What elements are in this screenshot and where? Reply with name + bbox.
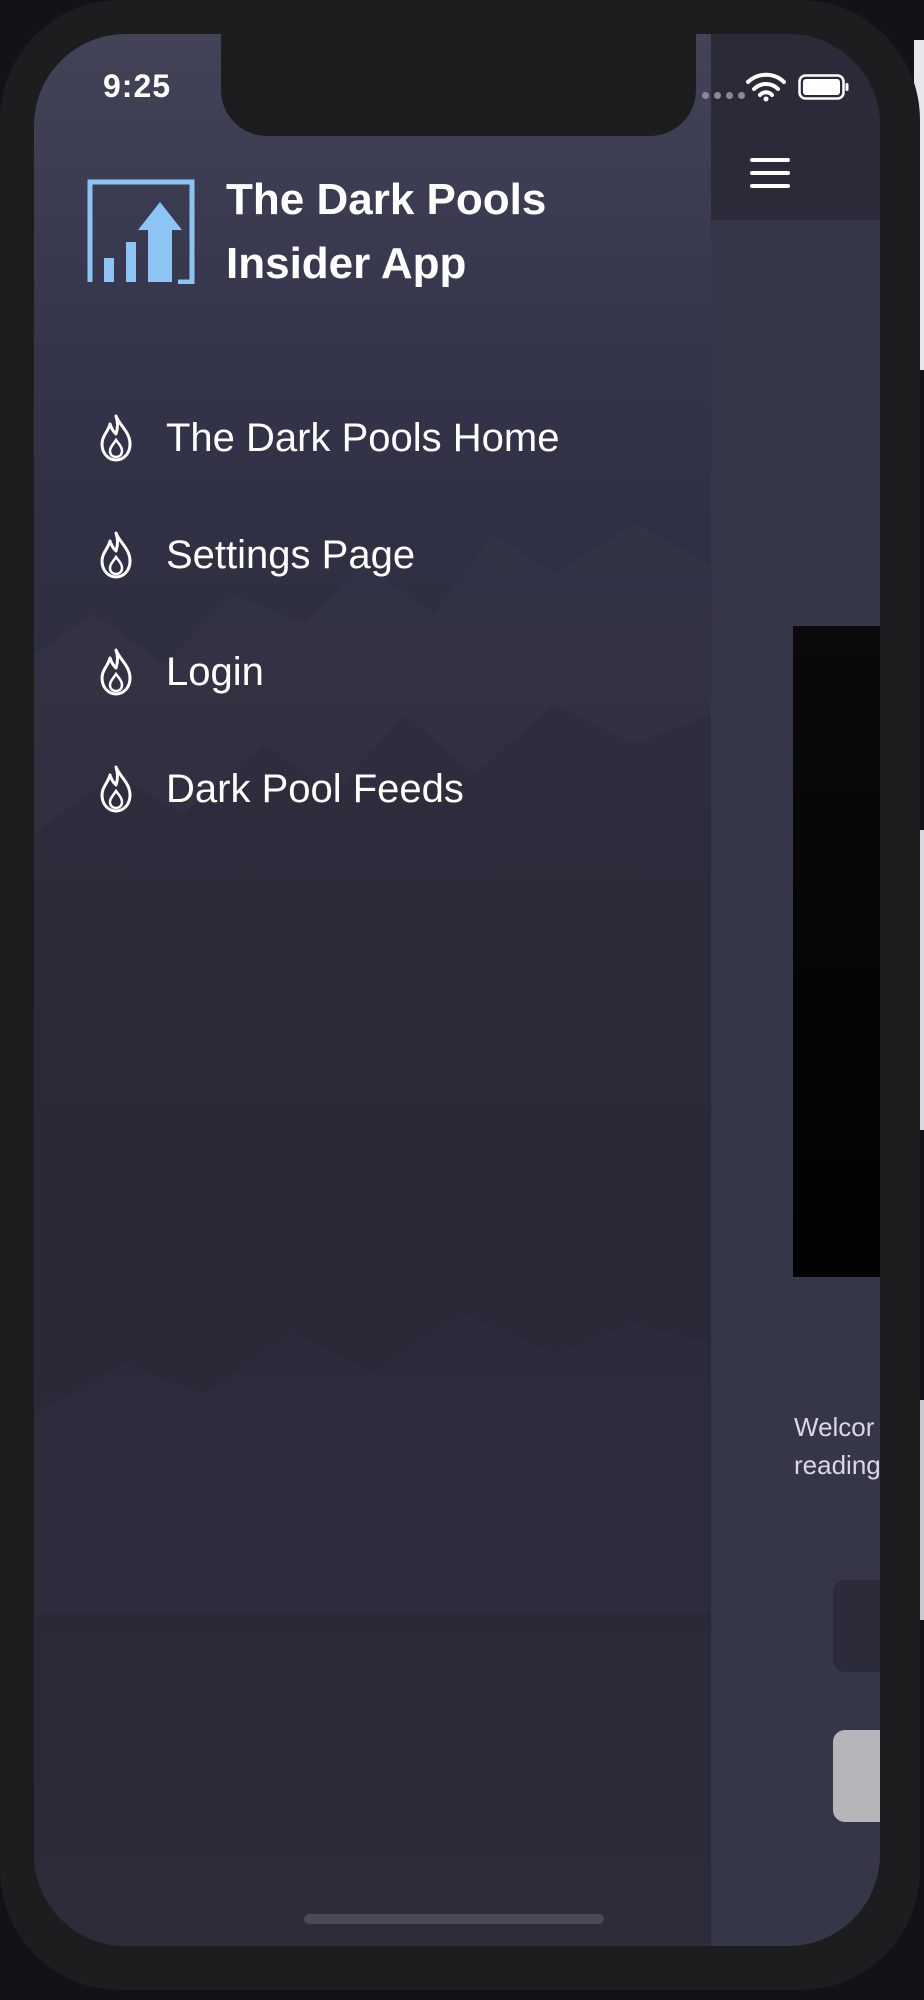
welcome-text: Welcor reading [794,1408,880,1484]
app-action-button[interactable] [833,1730,880,1822]
menu-item-label: Settings Page [166,532,416,577]
side-drawer: The Dark Pools Insider App The Dark Pool… [34,34,711,1946]
flame-icon [100,414,132,462]
app-title-line-1: The Dark Pools [226,175,547,224]
welcome-line-2: reading [794,1450,880,1480]
battery-icon [798,74,849,100]
status-bar: 9:25 [34,34,880,136]
phone-frame: Welcor reading The Dark Pools Insider Ap… [0,0,920,1990]
phone-screen: Welcor reading The Dark Pools Insider Ap… [34,34,880,1946]
flame-icon [100,765,132,813]
menu-item-label: Login [166,649,264,694]
app-input-field[interactable] [833,1580,880,1672]
menu-item-dark-pool-feeds[interactable]: Dark Pool Feeds [94,749,694,829]
welcome-line-1: Welcor [794,1412,875,1442]
menu-item-label: Dark Pool Feeds [166,766,464,811]
screen-notch [221,34,696,136]
app-title: The Dark Pools Insider App [226,168,586,296]
hamburger-menu-icon[interactable] [750,158,790,188]
wifi-icon [746,72,786,102]
signal-dots-icon [702,92,745,99]
status-time: 9:25 [103,68,172,104]
menu-item-settings-page[interactable]: Settings Page [94,515,694,595]
rising-bar-chart-logo [86,178,196,285]
flame-icon [100,648,132,696]
menu-item-label: The Dark Pools Home [166,415,560,460]
menu-item-login[interactable]: Login [94,632,694,712]
menu-item-dark-pools-home[interactable]: The Dark Pools Home [94,398,694,478]
video-player[interactable] [793,626,880,1277]
app-title-line-2: Insider App [226,239,467,288]
home-indicator[interactable] [304,1914,604,1924]
flame-icon [100,531,132,579]
